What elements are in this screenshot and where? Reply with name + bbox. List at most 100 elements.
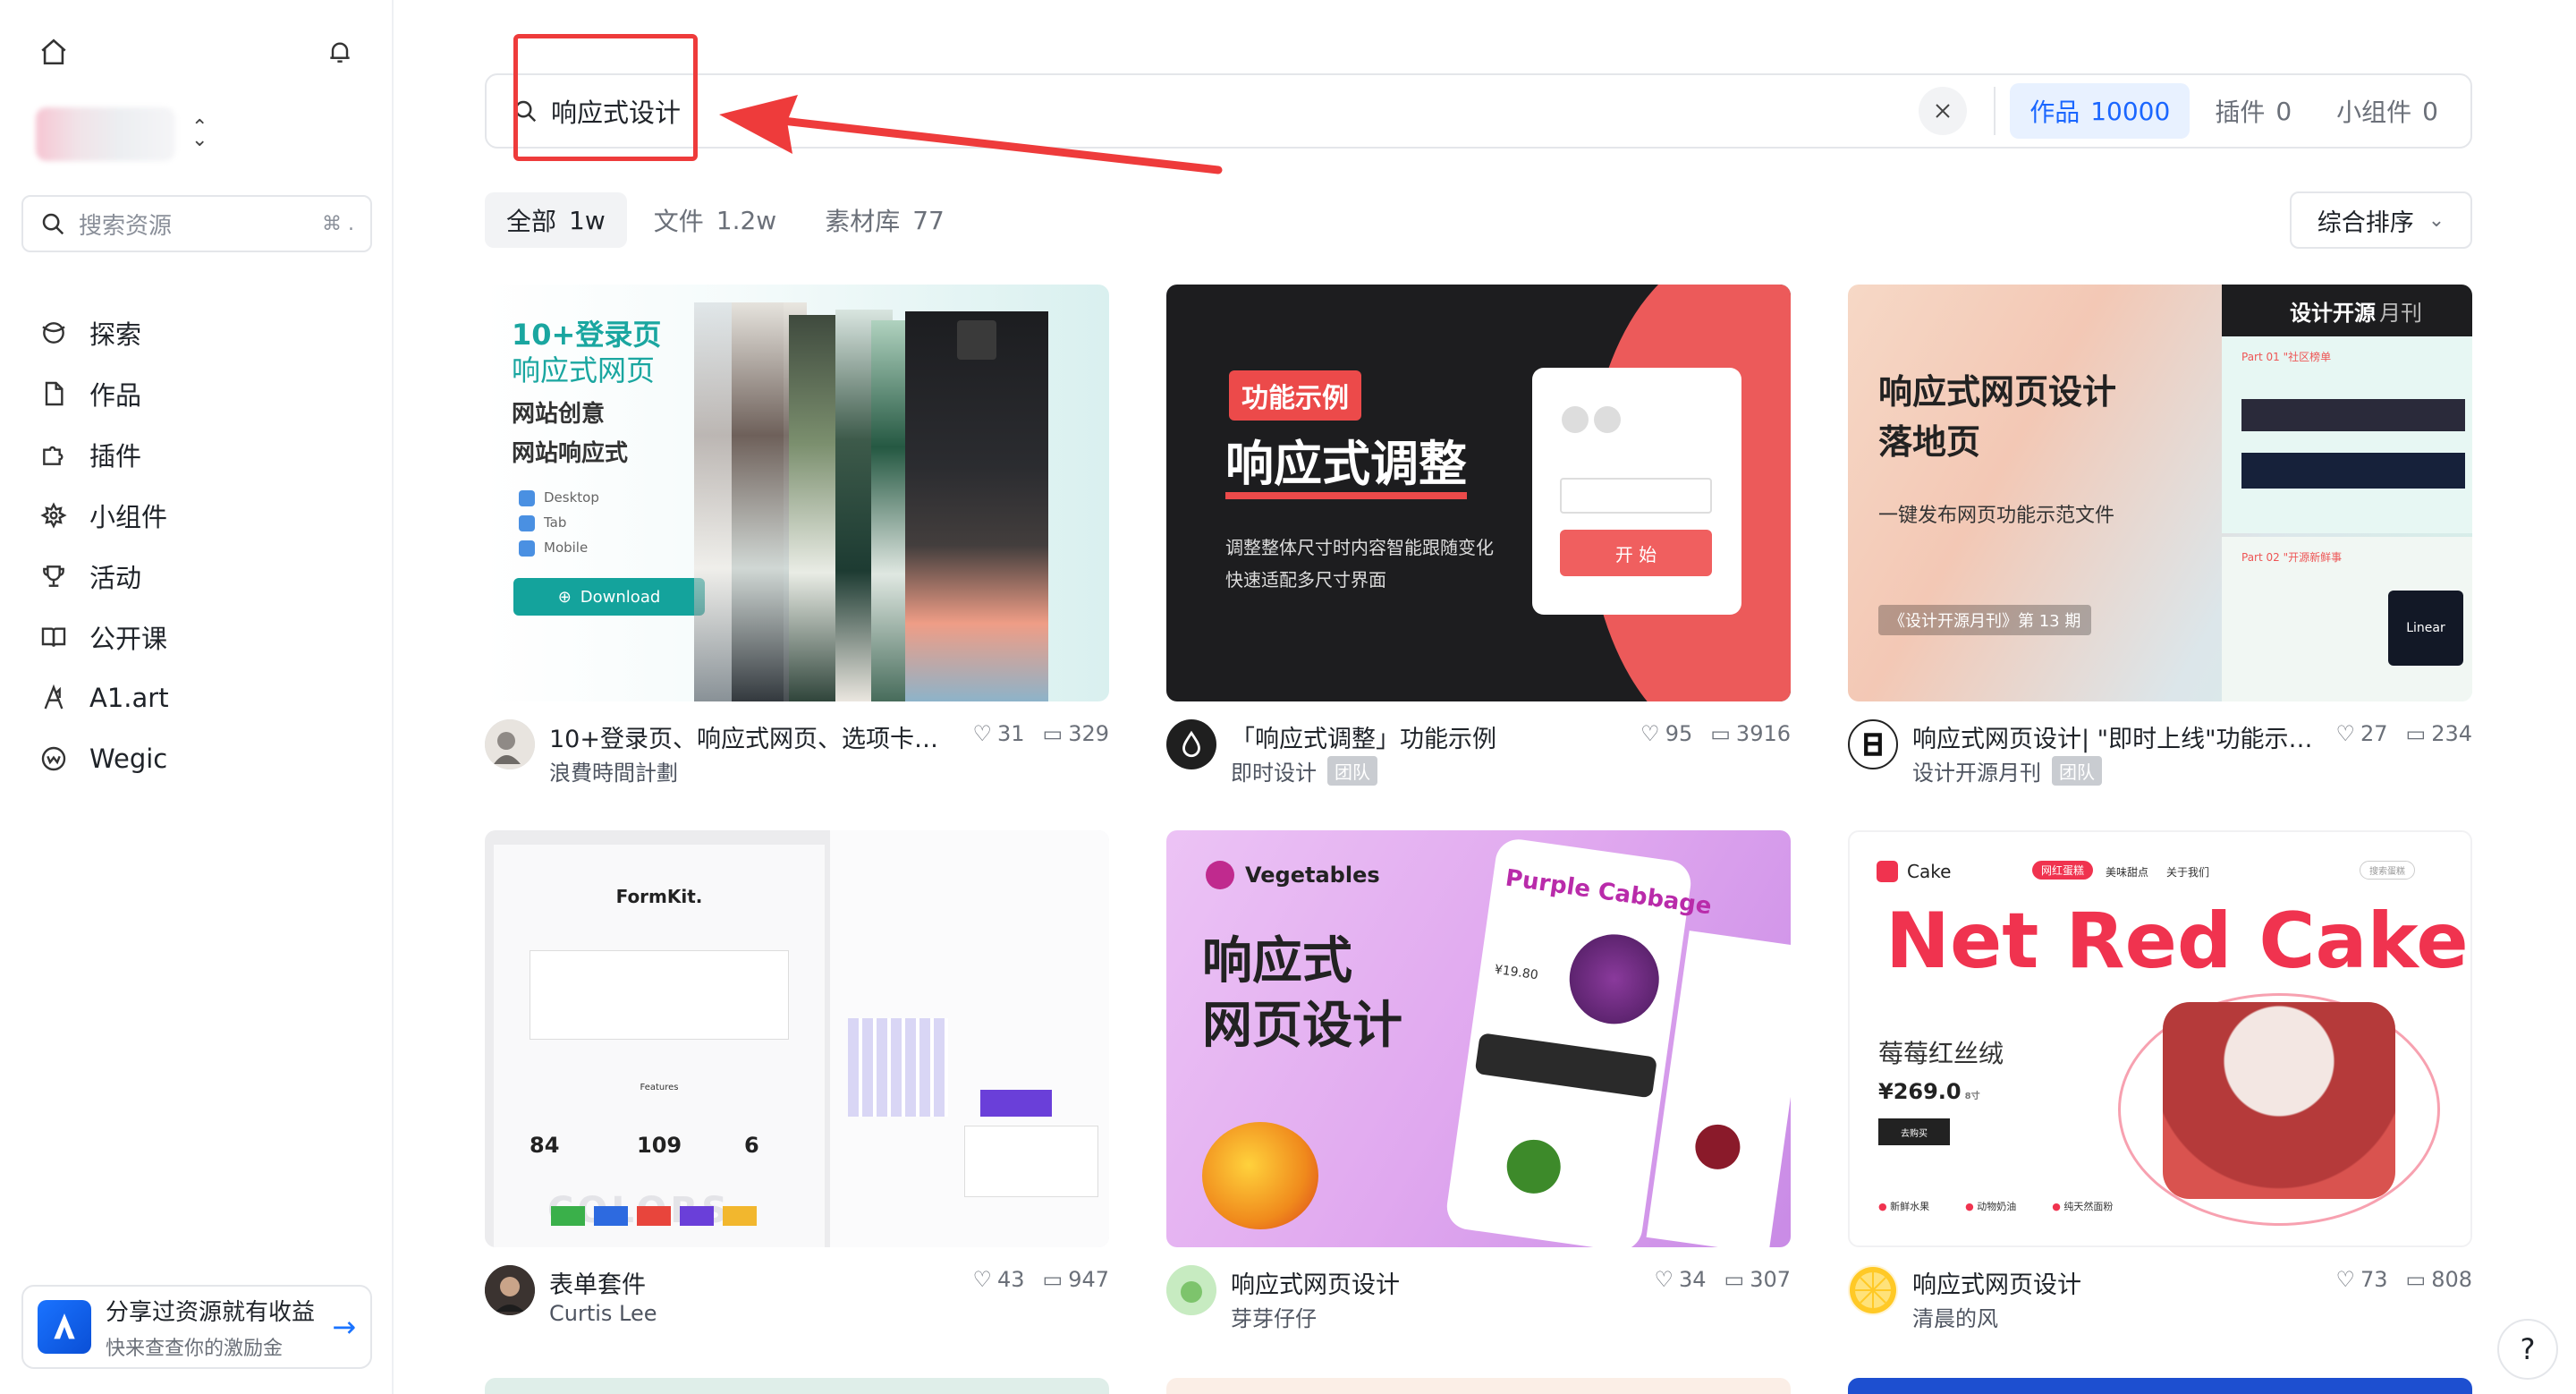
- comment-icon: ▭: [1724, 1267, 1745, 1292]
- masthead-text: 设计开源: [2290, 300, 2376, 326]
- thumb-heading: 响应式调整: [1225, 437, 1467, 499]
- wegic-icon: [36, 741, 72, 777]
- avatar[interactable]: [485, 719, 535, 769]
- check-label: Desktop: [544, 489, 599, 506]
- sidebar-item-plugins[interactable]: 插件: [32, 424, 372, 485]
- trophy-icon: [36, 558, 72, 594]
- like-count: 95: [1665, 721, 1693, 746]
- avatar[interactable]: [1848, 719, 1898, 769]
- sidebar-item-a1art[interactable]: A1.art: [32, 667, 372, 728]
- sidebar-item-works[interactable]: 作品: [32, 363, 372, 424]
- sidebar-item-events[interactable]: 活动: [32, 546, 372, 607]
- card-title[interactable]: 10+登录页、响应式网页、选项卡设计: [549, 719, 952, 754]
- thumb-button-label: Download: [580, 587, 661, 607]
- team-badge: 团队: [1327, 756, 1377, 786]
- card-title[interactable]: 响应式网页设计| "即时上线"功能示范...: [1912, 719, 2315, 754]
- tab-widgets[interactable]: 小组件 0: [2317, 83, 2458, 139]
- filter-tab-all[interactable]: 全部 1w: [485, 192, 627, 248]
- card-thumbnail[interactable]: Vegetables 响应式 网页设计 Purple Cabbage ¥19.8…: [1166, 830, 1791, 1247]
- home-icon[interactable]: [36, 34, 72, 70]
- clear-search-button[interactable]: [1919, 87, 1968, 135]
- user-switcher[interactable]: ⌃ ⌄: [36, 106, 215, 163]
- help-button[interactable]: ?: [2497, 1319, 2558, 1380]
- sidebar-item-widgets[interactable]: 小组件: [32, 485, 372, 546]
- feature-label: 新鲜水果: [1890, 1201, 1930, 1212]
- like-count: 27: [2360, 721, 2388, 746]
- thumb-nav: 网红蛋糕: [2032, 861, 2094, 880]
- masthead-text: 月刊: [2379, 300, 2422, 326]
- card-author[interactable]: 芽芽仔仔: [1231, 1301, 1317, 1332]
- tab-label: 小组件: [2336, 98, 2412, 127]
- sidebar-item-explore[interactable]: 探索: [32, 302, 372, 363]
- resource-card[interactable]: 10+登录页 响应式网页 网站创意 网站响应式 Desktop Tab Mobi…: [485, 285, 1109, 795]
- thumb-panel: Part 01 "社区榜单: [2222, 336, 2472, 533]
- thumb-page: [830, 830, 1109, 1247]
- like-count: 31: [996, 721, 1025, 746]
- sidebar-item-label: 作品: [89, 380, 142, 411]
- sidebar-item-label: Wegic: [89, 744, 168, 774]
- thumb-search: 搜索蛋糕: [2360, 861, 2415, 880]
- comment-icon: ▭: [1710, 721, 1731, 746]
- avatar[interactable]: [1166, 1265, 1216, 1315]
- avatar[interactable]: [1848, 1265, 1898, 1315]
- price-value: ¥269.0: [1878, 1079, 1962, 1104]
- thumb-text: 快速适配多尺寸界面: [1225, 569, 1386, 591]
- thumb-tile: [957, 320, 996, 360]
- tab-works[interactable]: 作品 10000: [2010, 83, 2190, 139]
- filter-tab-files[interactable]: 文件 1.2w: [632, 192, 798, 248]
- resource-card-peek[interactable]: [1166, 1378, 1791, 1394]
- card-thumbnail[interactable]: 响应式网页设计 落地页 一键发布网页功能示范文件 《设计开源月刊》第 13 期 …: [1848, 285, 2472, 701]
- avatar[interactable]: [485, 1265, 535, 1315]
- thumb-price: ¥19.80: [1493, 962, 1539, 983]
- tab-label: 作品: [2029, 98, 2080, 127]
- thumb-price: ¥269.0 8寸: [1878, 1079, 1980, 1104]
- sort-dropdown[interactable]: 综合排序 ⌄: [2290, 191, 2472, 249]
- thumb-heading: 响应式网页设计: [1878, 372, 2117, 412]
- card-title[interactable]: 响应式网页设计: [1912, 1265, 2315, 1300]
- resource-card-peek[interactable]: [485, 1378, 1109, 1394]
- sidebar-item-wegic[interactable]: Wegic: [32, 728, 372, 789]
- thumb-start-button: 开 始: [1560, 530, 1712, 576]
- divider: [1994, 87, 1996, 135]
- resource-card[interactable]: Cake 网红蛋糕 美味甜点 关于我们 搜索蛋糕 Net Red Cake 莓莓…: [1848, 830, 2472, 1340]
- resource-card[interactable]: 响应式网页设计 落地页 一键发布网页功能示范文件 《设计开源月刊》第 13 期 …: [1848, 285, 2472, 795]
- resource-card-peek[interactable]: [1848, 1378, 2472, 1394]
- card-title[interactable]: 「响应式调整」功能示例: [1231, 719, 1633, 754]
- card-author[interactable]: 清晨的风: [1912, 1301, 1998, 1332]
- sidebar-item-courses[interactable]: 公开课: [32, 607, 372, 667]
- card-title[interactable]: 表单套件: [549, 1265, 952, 1300]
- card-thumbnail[interactable]: Cake 网红蛋糕 美味甜点 关于我们 搜索蛋糕 Net Red Cake 莓莓…: [1848, 830, 2472, 1247]
- tab-plugins[interactable]: 插件 0: [2195, 83, 2311, 139]
- tab-label: 插件: [2215, 98, 2266, 127]
- card-author[interactable]: 设计开源月刊 团队: [1912, 755, 2102, 786]
- rewards-promo[interactable]: 分享过资源就有收益 快来查查你的激励金 →: [21, 1285, 372, 1369]
- resource-card[interactable]: Vegetables 响应式 网页设计 Purple Cabbage ¥19.8…: [1166, 830, 1791, 1340]
- card-title[interactable]: 响应式网页设计: [1231, 1265, 1633, 1300]
- comment-count: 307: [1750, 1267, 1791, 1292]
- thumb-part-label: Part 01 "社区榜单: [2241, 351, 2332, 363]
- thumb-panel: Part 02 "开源新鲜事 Linear: [2222, 537, 2472, 701]
- heart-icon: ♡: [2335, 1267, 2355, 1292]
- close-icon: [1936, 104, 1950, 118]
- thumb-stat: 109: [637, 1133, 682, 1158]
- thumb-text: 网站创意: [512, 401, 606, 428]
- card-author[interactable]: 浪費時間計劃: [549, 755, 678, 786]
- bell-icon[interactable]: [322, 34, 358, 70]
- card-thumbnail[interactable]: FormKit. Features 84 109 6 COLORS: [485, 830, 1109, 1247]
- filter-tab-libraries[interactable]: 素材库 77: [803, 192, 966, 248]
- comment-icon: ▭: [2405, 1267, 2427, 1292]
- sidebar-top: [36, 34, 358, 70]
- sidebar-search-input[interactable]: 搜索资源 ⌘ .: [21, 195, 372, 252]
- thumb-product: 莓莓红丝绒: [1878, 1039, 2004, 1068]
- card-stats: ♡ 95 ▭ 3916: [1640, 721, 1791, 746]
- avatar[interactable]: [1166, 719, 1216, 769]
- card-author[interactable]: 即时设计 团队: [1231, 755, 1377, 786]
- thumb-cake: [2163, 1002, 2395, 1199]
- resource-card[interactable]: FormKit. Features 84 109 6 COLORS 表单套件 C…: [485, 830, 1109, 1340]
- comment-count: 808: [2431, 1267, 2472, 1292]
- card-thumbnail[interactable]: 10+登录页 响应式网页 网站创意 网站响应式 Desktop Tab Mobi…: [485, 285, 1109, 701]
- resource-card[interactable]: 功能示例 响应式调整 调整整体尺寸时内容智能跟随变化 快速适配多尺寸界面 开 始…: [1166, 285, 1791, 795]
- thumb-heading: 落地页: [1878, 422, 1981, 462]
- card-author[interactable]: Curtis Lee: [549, 1301, 657, 1326]
- card-thumbnail[interactable]: 功能示例 响应式调整 调整整体尺寸时内容智能跟随变化 快速适配多尺寸界面 开 始: [1166, 285, 1791, 701]
